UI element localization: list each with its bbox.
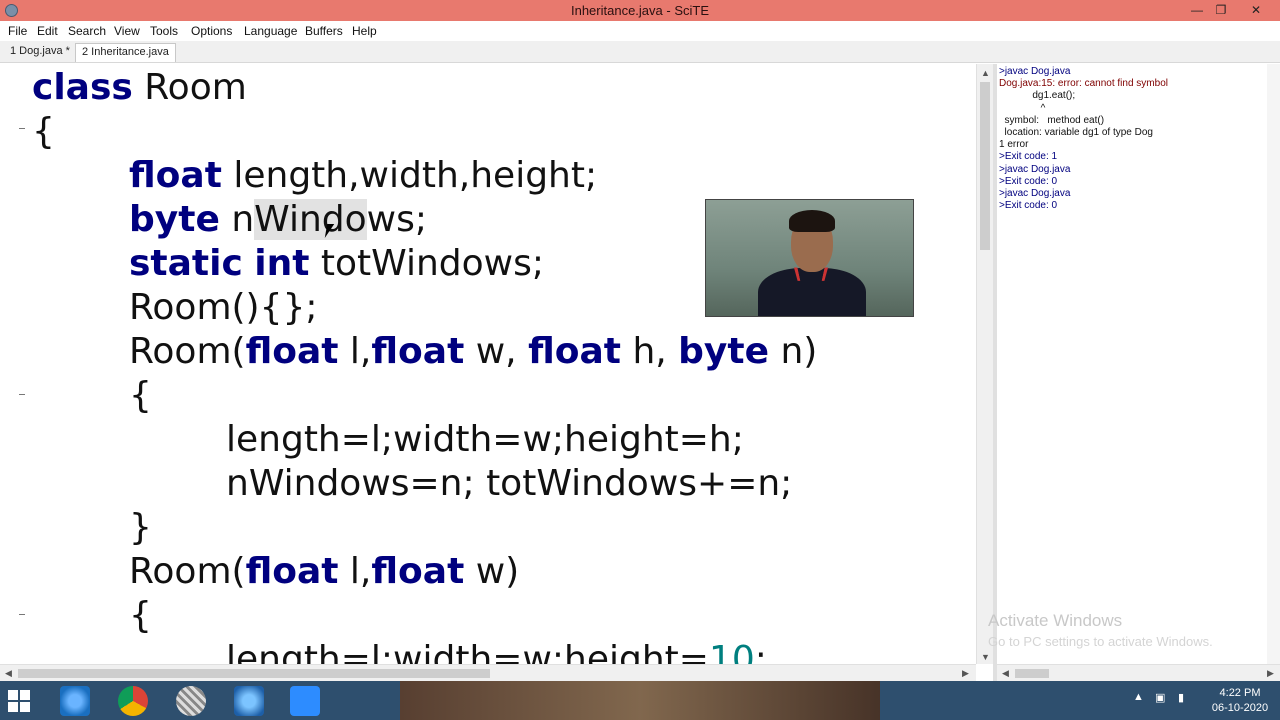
menu-file[interactable]: File bbox=[8, 24, 27, 38]
activation-watermark-subtitle: Go to PC settings to activate Windows. bbox=[988, 634, 1213, 649]
scroll-down-icon[interactable]: ▼ bbox=[981, 652, 990, 662]
clock-time: 4:22 PM bbox=[1219, 687, 1261, 699]
code-line[interactable]: } bbox=[129, 506, 152, 550]
zoom-icon[interactable] bbox=[290, 686, 320, 716]
menu-search[interactable]: Search bbox=[68, 24, 106, 38]
title-bar: Inheritance.java - SciTE — ❐ ✕ bbox=[0, 0, 1280, 21]
output-line: location: variable dg1 of type Dog bbox=[999, 127, 1153, 138]
output-line: >Exit code: 0 bbox=[999, 200, 1058, 212]
code-line[interactable]: Room(float l,float w) bbox=[129, 550, 519, 594]
menu-options[interactable]: Options bbox=[191, 24, 232, 38]
menu-language[interactable]: Language bbox=[244, 24, 297, 38]
chrome-icon[interactable] bbox=[118, 686, 148, 716]
taskbar: ▲ ▣ ▮ 4:22 PM 06-10-2020 bbox=[0, 681, 1280, 720]
internet-explorer-icon[interactable] bbox=[60, 686, 90, 716]
output-line: >Exit code: 0 bbox=[999, 175, 1058, 187]
output-line: dg1.eat(); bbox=[999, 90, 1076, 102]
clock-date: 06-10-2020 bbox=[1211, 702, 1269, 714]
menu-edit[interactable]: Edit bbox=[37, 24, 58, 38]
tab-dog-java[interactable]: 1 Dog.java * bbox=[4, 43, 77, 62]
tab-bar: 1 Dog.java * 2 Inheritance.java bbox=[0, 41, 1280, 63]
scroll-right-icon[interactable]: ▶ bbox=[962, 668, 969, 678]
output-line: >javac Dog.java bbox=[999, 163, 1071, 175]
code-line[interactable]: length=l;width=w;height=h; bbox=[226, 418, 744, 462]
tab-inheritance-java[interactable]: 2 Inheritance.java bbox=[75, 43, 176, 62]
menu-tools[interactable]: Tools bbox=[150, 24, 178, 38]
fold-marker[interactable] bbox=[19, 394, 25, 395]
scroll-thumb[interactable] bbox=[980, 82, 990, 250]
output-line: 1 error bbox=[999, 139, 1029, 151]
windows-start-icon[interactable] bbox=[8, 690, 30, 712]
scite-icon[interactable] bbox=[176, 686, 206, 716]
output-line: >Exit code: 1 bbox=[999, 151, 1058, 163]
code-line[interactable]: nWindows=n; totWindows+=n; bbox=[226, 462, 792, 506]
scroll-left-icon[interactable]: ◀ bbox=[1002, 668, 1009, 678]
network-icon[interactable]: ▣ bbox=[1155, 691, 1165, 704]
editor-horizontal-scrollbar[interactable]: ◀ ▶ bbox=[0, 664, 976, 681]
code-line[interactable]: { bbox=[129, 594, 152, 638]
code-line[interactable]: length=l;width=w;height=10; bbox=[226, 638, 767, 664]
window-title: Inheritance.java - SciTE bbox=[570, 3, 709, 18]
code-line[interactable]: static int totWindows; bbox=[129, 242, 544, 286]
output-line: ^ bbox=[999, 102, 1046, 114]
code-editor[interactable]: class Room{float length,width,height; byt… bbox=[0, 64, 976, 664]
code-line[interactable]: float length,width,height; bbox=[129, 154, 597, 198]
signal-icon[interactable]: ▮ bbox=[1178, 691, 1184, 704]
output-line: >javac Dog.java bbox=[999, 66, 1071, 77]
code-line[interactable]: { bbox=[129, 374, 152, 418]
code-line[interactable]: { bbox=[32, 110, 55, 154]
editor-vertical-scrollbar[interactable]: ▲ ▼ bbox=[976, 64, 993, 664]
fold-marker[interactable] bbox=[19, 128, 25, 129]
close-button[interactable]: ✕ bbox=[1242, 0, 1270, 21]
webcam-overlay bbox=[705, 199, 914, 317]
output-line: symbol: method eat() bbox=[999, 114, 1105, 126]
code-line[interactable]: byte nWindows; bbox=[129, 198, 427, 242]
menu-help[interactable]: Help bbox=[352, 24, 377, 38]
restore-button[interactable]: ❐ bbox=[1207, 0, 1235, 21]
code-line[interactable]: Room(){}; bbox=[129, 286, 318, 330]
scroll-thumb[interactable] bbox=[1015, 669, 1049, 678]
output-horizontal-scrollbar[interactable]: ◀ ▶ bbox=[997, 664, 1280, 681]
output-line: >javac Dog.java bbox=[999, 188, 1071, 199]
scroll-left-icon[interactable]: ◀ bbox=[5, 668, 12, 678]
fold-marker[interactable] bbox=[19, 614, 25, 615]
output-pane[interactable]: >javac Dog.java Dog.java:15: error: canno… bbox=[997, 64, 1280, 664]
activation-watermark-title: Activate Windows bbox=[988, 611, 1123, 630]
app-icon[interactable] bbox=[234, 686, 264, 716]
menu-view[interactable]: View bbox=[114, 24, 140, 38]
scroll-up-icon[interactable]: ▲ bbox=[981, 68, 990, 78]
menu-bar: File Edit Search View Tools Options Lang… bbox=[0, 21, 1280, 41]
scroll-right-icon[interactable]: ▶ bbox=[1267, 668, 1274, 678]
tray-expand-icon[interactable]: ▲ bbox=[1133, 691, 1144, 703]
scroll-thumb[interactable] bbox=[18, 669, 490, 678]
output-line: Dog.java:15: error: cannot find symbol bbox=[999, 78, 1168, 90]
code-line[interactable]: class Room bbox=[32, 66, 247, 110]
output-vertical-scrollbar[interactable] bbox=[1267, 64, 1280, 664]
taskbar-clock[interactable]: 4:22 PM 06-10-2020 bbox=[1205, 686, 1275, 716]
menu-buffers[interactable]: Buffers bbox=[305, 24, 343, 38]
code-line[interactable]: Room(float l,float w, float h, byte n) bbox=[129, 330, 817, 374]
